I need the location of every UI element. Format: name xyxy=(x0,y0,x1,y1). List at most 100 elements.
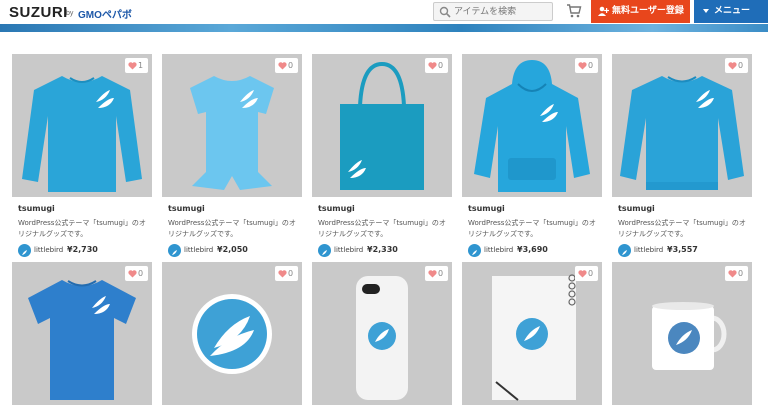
heart-icon xyxy=(428,270,437,278)
product-description: WordPress公式テーマ「tsumugi」のオリジナルグッズです。 xyxy=(168,219,296,238)
menu-button[interactable]: メニュー xyxy=(694,0,768,23)
heart-icon xyxy=(278,62,287,70)
product-description: WordPress公式テーマ「tsumugi」のオリジナルグッズです。 xyxy=(618,219,746,238)
logo-by: by xyxy=(66,10,74,17)
seller-avatar[interactable] xyxy=(618,244,631,257)
cart-icon[interactable] xyxy=(566,4,582,18)
search-input[interactable] xyxy=(454,4,550,19)
seller-avatar[interactable] xyxy=(318,244,331,257)
heart-icon xyxy=(128,62,137,70)
signup-button[interactable]: 無料ユーザー登録 xyxy=(591,0,690,23)
seller-name[interactable]: littlebird xyxy=(484,246,513,254)
product-card[interactable]: 0 xyxy=(462,262,602,410)
partner-logo: GMOペパボ xyxy=(78,10,132,21)
like-count: 0 xyxy=(588,269,594,278)
like-count: 0 xyxy=(438,61,444,70)
product-card[interactable]: 0 tsumugi WordPress公式テーマ「tsumugi」のオリジナルグ… xyxy=(462,54,602,264)
seller-name[interactable]: littlebird xyxy=(34,246,63,254)
product-image[interactable]: 0 xyxy=(612,262,752,405)
like-button[interactable]: 1 xyxy=(125,58,148,73)
seller-name[interactable]: littlebird xyxy=(634,246,663,254)
product-description: WordPress公式テーマ「tsumugi」のオリジナルグッズです。 xyxy=(468,219,596,238)
product-card[interactable]: 0 tsumugi WordPress公式テーマ「tsumugi」のオリジナルグ… xyxy=(162,54,302,264)
seller-avatar[interactable] xyxy=(18,244,31,257)
like-button[interactable]: 0 xyxy=(275,266,298,281)
product-image[interactable]: 0 xyxy=(12,262,152,405)
like-count: 0 xyxy=(588,61,594,70)
seller-avatar[interactable] xyxy=(468,244,481,257)
like-count: 1 xyxy=(138,61,144,70)
like-count: 0 xyxy=(438,269,444,278)
product-image[interactable]: 0 xyxy=(162,54,302,197)
baby-rompers-image xyxy=(190,76,274,190)
heart-icon xyxy=(578,270,587,278)
sticker-image xyxy=(192,294,272,374)
add-user-icon xyxy=(598,6,609,16)
product-card[interactable]: 0 xyxy=(612,262,752,410)
seller-name[interactable]: littlebird xyxy=(334,246,363,254)
like-count: 0 xyxy=(738,61,744,70)
like-button[interactable]: 0 xyxy=(125,266,148,281)
seller-info: littlebird ¥3,557 xyxy=(618,244,748,258)
header-banner xyxy=(0,24,768,32)
hoodie-image xyxy=(474,60,590,192)
product-card[interactable]: 0 xyxy=(12,262,152,410)
product-price: ¥2,050 xyxy=(217,245,248,254)
product-name[interactable]: tsumugi xyxy=(18,204,55,213)
like-count: 0 xyxy=(138,269,144,278)
product-description: WordPress公式テーマ「tsumugi」のオリジナルグッズです。 xyxy=(318,219,446,238)
product-name[interactable]: tsumugi xyxy=(168,204,205,213)
seller-info: littlebird ¥2,050 xyxy=(168,244,298,258)
long-sleeve-tshirt-image xyxy=(22,76,142,192)
heart-icon xyxy=(728,270,737,278)
mug-image xyxy=(652,302,727,370)
seller-avatar[interactable] xyxy=(168,244,181,257)
product-image[interactable]: 1 xyxy=(12,54,152,197)
heart-icon xyxy=(128,270,137,278)
seller-name[interactable]: littlebird xyxy=(184,246,213,254)
like-button[interactable]: 0 xyxy=(425,58,448,73)
signup-label: 無料ユーザー登録 xyxy=(612,6,684,16)
heart-icon xyxy=(428,62,437,70)
seller-info: littlebird ¥2,730 xyxy=(18,244,148,258)
product-name[interactable]: tsumugi xyxy=(618,204,655,213)
product-image[interactable]: 0 xyxy=(162,262,302,405)
seller-info: littlebird ¥3,690 xyxy=(468,244,598,258)
product-card[interactable]: 1 tsumugi WordPress公式テーマ「tsumugi」のオリジナルグ… xyxy=(12,54,152,264)
product-card[interactable]: 0 xyxy=(162,262,302,410)
product-image[interactable]: 0 xyxy=(462,262,602,405)
product-image[interactable]: 0 xyxy=(462,54,602,197)
logo[interactable]: SUZURI xyxy=(9,4,68,21)
product-price: ¥2,330 xyxy=(367,245,398,254)
product-image[interactable]: 0 xyxy=(312,54,452,197)
tshirt-image xyxy=(28,280,136,400)
like-button[interactable]: 0 xyxy=(275,58,298,73)
product-name[interactable]: tsumugi xyxy=(468,204,505,213)
like-button[interactable]: 0 xyxy=(575,266,598,281)
product-card[interactable]: 0 tsumugi WordPress公式テーマ「tsumugi」のオリジナルグ… xyxy=(612,54,752,264)
like-button[interactable]: 0 xyxy=(425,266,448,281)
like-button[interactable]: 0 xyxy=(725,266,748,281)
search-box[interactable] xyxy=(433,2,553,21)
like-button[interactable]: 0 xyxy=(575,58,598,73)
heart-icon xyxy=(728,62,737,70)
like-count: 0 xyxy=(738,269,744,278)
header: SUZURI by GMOペパボ 無料ユーザー登録 メニュー xyxy=(0,0,768,24)
product-price: ¥3,557 xyxy=(667,245,698,254)
seller-info: littlebird ¥2,330 xyxy=(318,244,448,258)
product-price: ¥3,690 xyxy=(517,245,548,254)
product-price: ¥2,730 xyxy=(67,245,98,254)
like-count: 0 xyxy=(288,61,294,70)
tote-bag-image xyxy=(340,61,424,190)
menu-label: メニュー xyxy=(714,6,751,16)
product-card[interactable]: 0 xyxy=(312,262,452,410)
product-card[interactable]: 0 tsumugi WordPress公式テーマ「tsumugi」のオリジナルグ… xyxy=(312,54,452,264)
product-name[interactable]: tsumugi xyxy=(318,204,355,213)
product-image[interactable]: 0 xyxy=(612,54,752,197)
search-icon xyxy=(439,6,451,18)
like-button[interactable]: 0 xyxy=(725,58,748,73)
like-count: 0 xyxy=(288,269,294,278)
iphone-case-image xyxy=(356,276,408,400)
notebook-image xyxy=(492,274,576,401)
product-image[interactable]: 0 xyxy=(312,262,452,405)
